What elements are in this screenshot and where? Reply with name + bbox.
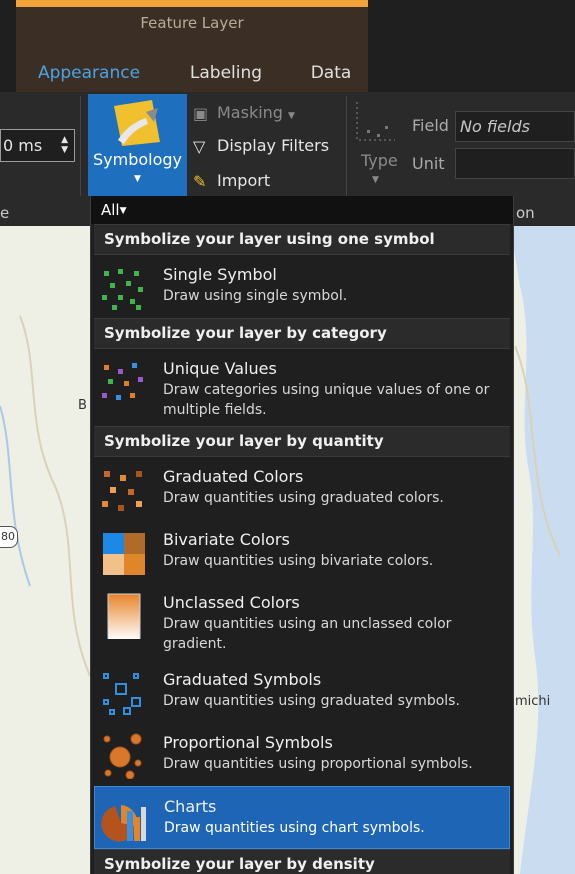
- field-dropdown[interactable]: No fields: [455, 111, 575, 142]
- symbology-paintbrush-icon: [114, 100, 160, 146]
- menu-item-description: Draw categories using unique values of o…: [163, 382, 490, 418]
- group-label-left: e: [0, 204, 10, 222]
- map-label-b: B: [78, 398, 87, 413]
- menu-item-title: Single Symbol: [163, 265, 277, 284]
- import-button[interactable]: ✎ Import: [193, 171, 270, 191]
- menu-item-unique-values[interactable]: Unique Values Draw categories using uniq…: [94, 349, 510, 426]
- unit-dropdown[interactable]: [455, 148, 575, 179]
- masking-button[interactable]: ▣ Masking ▼: [193, 103, 295, 123]
- menu-item-title: Unique Values: [163, 359, 277, 378]
- proportional-symbols-icon: [103, 733, 142, 779]
- section-header-one-symbol: Symbolize your layer using one symbol: [94, 224, 510, 255]
- highway-shield: 80: [0, 526, 18, 548]
- unclassed-colors-icon: [107, 593, 141, 639]
- bivariate-colors-icon: [103, 533, 145, 575]
- tab-appearance[interactable]: Appearance: [22, 56, 156, 92]
- symbology-label: Symbology: [92, 150, 182, 169]
- menu-item-title: Charts: [164, 797, 217, 816]
- menu-item-description: Draw quantities using bivariate colors.: [163, 553, 434, 569]
- filter-icon: ▽: [193, 137, 206, 156]
- menu-item-description: Draw quantities using proportional symbo…: [163, 756, 473, 772]
- masking-icon: ▣: [193, 104, 209, 123]
- symbology-dropdown-icon[interactable]: ▼: [88, 174, 187, 184]
- menu-item-title: Bivariate Colors: [163, 530, 290, 549]
- context-accent-stripe: [16, 0, 368, 7]
- tab-data[interactable]: Data: [296, 56, 366, 92]
- group-label-right: on: [516, 204, 535, 222]
- charts-icon: [101, 805, 146, 842]
- map-label-michi: michi: [515, 694, 551, 709]
- section-header-by-category: Symbolize your layer by category: [94, 318, 510, 349]
- menu-item-proportional-symbols[interactable]: Proportional Symbols Draw quantities usi…: [94, 723, 510, 786]
- type-icon: [356, 102, 395, 141]
- menu-item-charts[interactable]: Charts Draw quantities using chart symbo…: [94, 786, 510, 849]
- menu-item-graduated-symbols[interactable]: Graduated Symbols Draw quantities using …: [94, 660, 510, 723]
- menu-item-description: Draw quantities using chart symbols.: [164, 820, 425, 836]
- section-header-by-quantity: Symbolize your layer by quantity: [94, 426, 510, 457]
- menu-item-description: Draw quantities using graduated symbols.: [163, 693, 460, 709]
- single-symbol-icon: [102, 269, 143, 310]
- symbology-dropdown-menu: All▼ Symbolize your layer using one symb…: [90, 196, 514, 874]
- menu-item-title: Graduated Symbols: [163, 670, 322, 689]
- tab-labeling[interactable]: Labeling: [176, 56, 276, 92]
- graduated-colors-icon: [102, 471, 142, 511]
- menu-item-unclassed-colors[interactable]: Unclassed Colors Draw quantities using a…: [94, 583, 510, 660]
- menu-item-description: Draw quantities using graduated colors.: [163, 490, 444, 506]
- menu-item-single-symbol[interactable]: Single Symbol Draw using single symbol.: [94, 255, 510, 318]
- context-tab-title: Feature Layer: [140, 14, 244, 32]
- spinner-value: 0 ms: [3, 136, 43, 155]
- type-label: Type: [361, 151, 398, 170]
- type-dropdown-icon[interactable]: ▼: [372, 175, 379, 185]
- menu-item-graduated-colors[interactable]: Graduated Colors Draw quantities using g…: [94, 457, 510, 520]
- menu-item-description: Draw using single symbol.: [163, 288, 348, 304]
- display-filters-button[interactable]: ▽ Display Filters: [193, 136, 329, 156]
- field-label: Field: [412, 116, 449, 135]
- graduated-symbols-icon: [103, 673, 141, 715]
- chevron-down-icon: ▼: [119, 206, 127, 216]
- menu-item-title: Graduated Colors: [163, 467, 304, 486]
- refresh-interval-spinner[interactable]: 0 ms ▲ ▼: [0, 129, 75, 162]
- unique-values-icon: [102, 363, 143, 400]
- menu-item-title: Unclassed Colors: [163, 593, 300, 612]
- spinner-arrows-icon[interactable]: ▲ ▼: [61, 135, 68, 155]
- menu-item-description: Draw quantities using an unclassed color…: [163, 616, 452, 652]
- section-header-by-density: Symbolize your layer by density: [94, 849, 510, 874]
- menu-item-bivariate-colors[interactable]: Bivariate Colors Draw quantities using b…: [94, 520, 510, 583]
- import-icon: ✎: [193, 172, 207, 191]
- unit-label: Unit: [412, 154, 445, 173]
- symbology-filter-selector[interactable]: All▼: [91, 196, 513, 224]
- menu-item-title: Proportional Symbols: [163, 733, 333, 752]
